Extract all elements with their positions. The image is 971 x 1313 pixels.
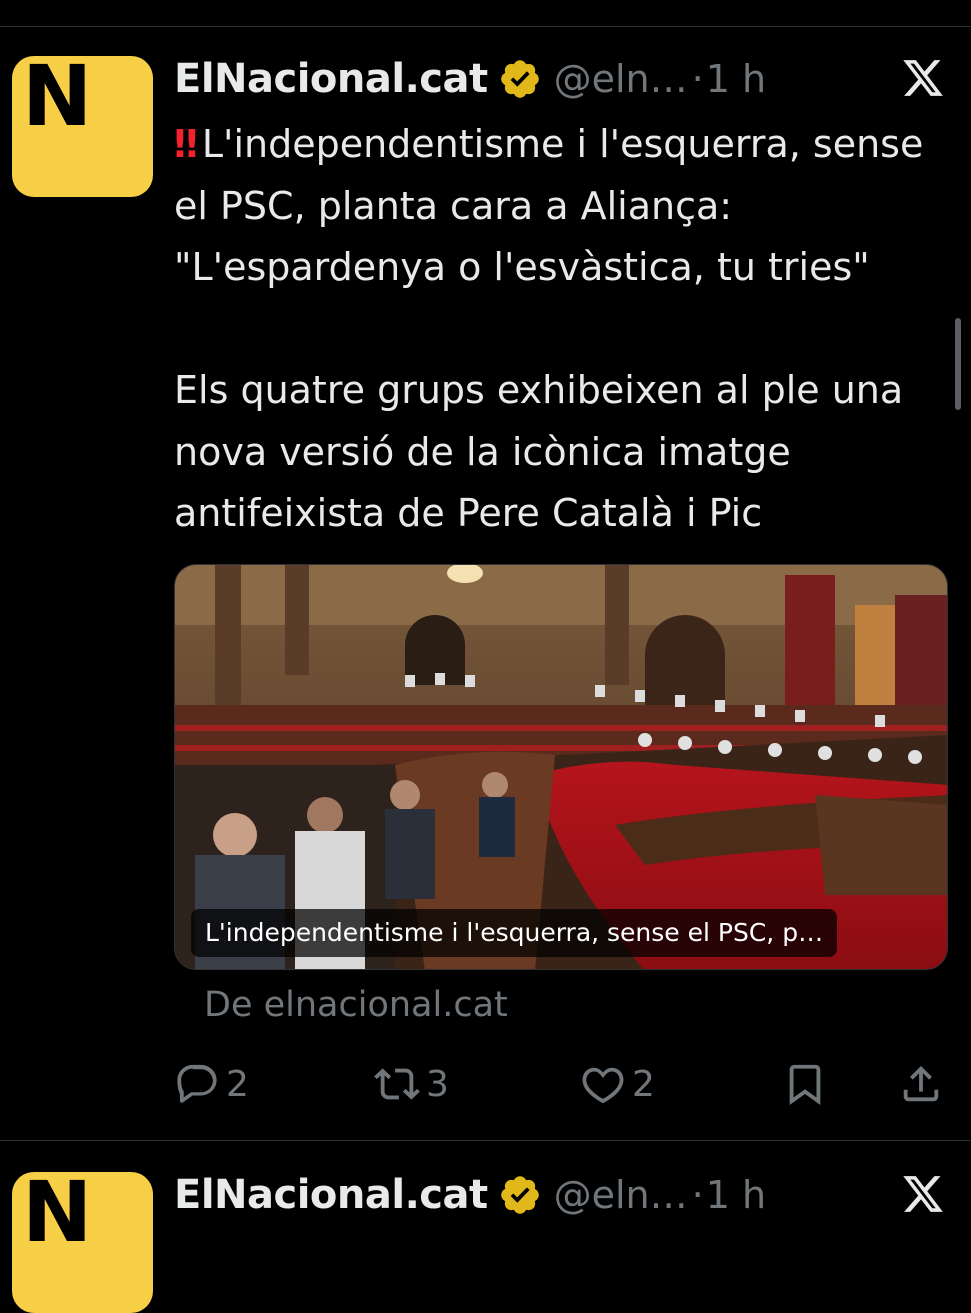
- tweet-actions: 2 3 2: [174, 1056, 948, 1112]
- tweet-headline-text: L'independentisme i l'esquerra, sense el…: [174, 122, 924, 289]
- reply-button[interactable]: 2: [174, 1056, 249, 1112]
- bookmark-button[interactable]: [782, 1056, 834, 1112]
- tweet-header: ElNacional.cat @eln… · 1 h: [174, 52, 766, 106]
- author-handle[interactable]: @eln…: [554, 57, 688, 101]
- double-exclamation-emoji: ‼: [174, 122, 198, 166]
- tweet-body-text: Els quatre grups exhibeixen al ple una n…: [174, 368, 904, 535]
- author-handle[interactable]: @eln…: [554, 1173, 688, 1217]
- separator-dot: ·: [691, 57, 704, 101]
- repost-count: 3: [426, 1063, 449, 1105]
- tweet-headline: ‼ L'independentisme i l'esquerra, sense e…: [174, 114, 964, 299]
- reply-count: 2: [226, 1063, 249, 1105]
- scrollbar[interactable]: [955, 318, 961, 410]
- link-source[interactable]: De elnacional.cat: [204, 985, 508, 1025]
- bookmark-icon: [789, 1064, 821, 1105]
- avatar[interactable]: N: [12, 47, 153, 197]
- like-button[interactable]: 2: [580, 1056, 655, 1112]
- reply-icon: [177, 1064, 217, 1103]
- verified-badge-icon: [500, 1176, 539, 1214]
- share-icon: [903, 1065, 939, 1102]
- author-name[interactable]: ElNacional.cat: [174, 56, 488, 102]
- like-icon: [582, 1067, 624, 1104]
- link-card-caption: L'independentisme i l'esquerra, sense el…: [191, 909, 838, 957]
- timestamp[interactable]: 1 h: [706, 57, 766, 101]
- share-button[interactable]: [898, 1056, 950, 1112]
- avatar[interactable]: N: [12, 1163, 153, 1313]
- tweet-header: ElNacional.cat @eln… · 1 h: [174, 1168, 766, 1222]
- repost-icon: [374, 1068, 420, 1100]
- like-count: 2: [632, 1063, 655, 1105]
- x-logo-icon[interactable]: [900, 1172, 946, 1216]
- avatar-logo-letter: N: [22, 47, 93, 145]
- verified-badge-icon: [500, 60, 539, 98]
- tweet[interactable]: N ElNacional.cat @eln… · 1 h: [0, 1116, 971, 1313]
- tweet[interactable]: N ElNacional.cat @eln… · 1 h ‼ L'independ…: [0, 0, 971, 1140]
- separator-dot: ·: [691, 1173, 704, 1217]
- link-card-image[interactable]: L'independentisme i l'esquerra, sense el…: [174, 564, 948, 970]
- x-logo-icon[interactable]: [900, 56, 946, 100]
- tweet-text: ‼ L'independentisme i l'esquerra, sense e…: [174, 114, 964, 545]
- avatar-logo-letter: N: [22, 1163, 93, 1261]
- timestamp[interactable]: 1 h: [706, 1173, 766, 1217]
- author-name[interactable]: ElNacional.cat: [174, 1172, 488, 1218]
- repost-button[interactable]: 3: [374, 1056, 449, 1112]
